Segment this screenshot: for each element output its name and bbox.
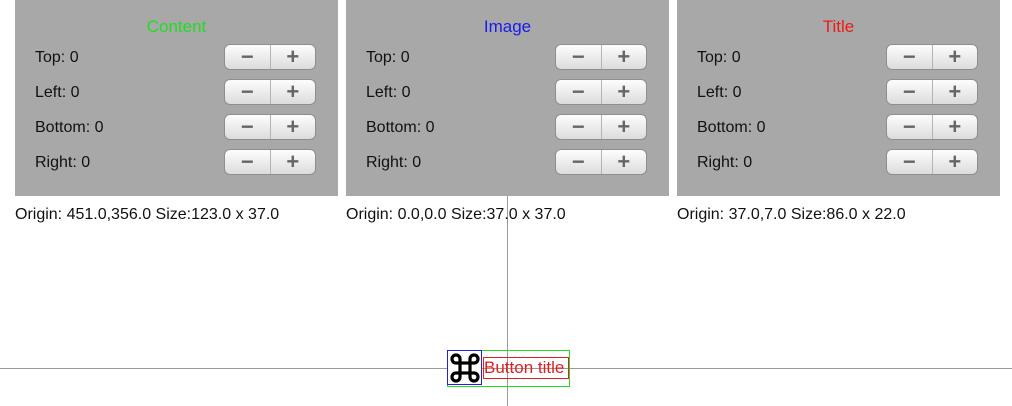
top-inset-stepper[interactable]: − + bbox=[555, 44, 647, 70]
decrement-button[interactable]: − bbox=[887, 45, 932, 69]
increment-button[interactable]: + bbox=[931, 45, 978, 69]
right-inset-label: Right: 0 bbox=[697, 154, 753, 171]
increment-button[interactable]: + bbox=[931, 80, 978, 104]
increment-button[interactable]: + bbox=[600, 150, 647, 174]
decrement-button[interactable]: − bbox=[556, 115, 601, 139]
increment-button[interactable]: + bbox=[600, 80, 647, 104]
image-origin-readout: Origin: 0.0,0.0 Size:37.0 x 37.0 bbox=[346, 206, 566, 223]
command-key-icon bbox=[447, 350, 482, 385]
decrement-button[interactable]: − bbox=[556, 80, 601, 104]
top-inset-stepper[interactable]: − + bbox=[224, 44, 316, 70]
bottom-inset-stepper[interactable]: − + bbox=[555, 114, 647, 140]
increment-button[interactable]: + bbox=[269, 45, 316, 69]
decrement-button[interactable]: − bbox=[887, 150, 932, 174]
image-insets-panel: Image Top: 0 − + Left: 0 − + Bottom: 0 −… bbox=[346, 0, 669, 196]
bottom-inset-label: Bottom: 0 bbox=[366, 119, 435, 136]
button-title-label: Button title bbox=[483, 357, 569, 379]
panel-title: Title bbox=[822, 17, 855, 36]
top-inset-label: Top: 0 bbox=[697, 49, 741, 66]
content-insets-panel: Content Top: 0 − + Left: 0 − + Bottom: 0… bbox=[15, 0, 338, 196]
increment-button[interactable]: + bbox=[269, 150, 316, 174]
decrement-button[interactable]: − bbox=[887, 115, 932, 139]
top-inset-stepper[interactable]: − + bbox=[886, 44, 978, 70]
bottom-inset-stepper[interactable]: − + bbox=[224, 114, 316, 140]
bottom-inset-label: Bottom: 0 bbox=[35, 119, 104, 136]
left-inset-stepper[interactable]: − + bbox=[886, 79, 978, 105]
decrement-button[interactable]: − bbox=[225, 45, 270, 69]
content-origin-readout: Origin: 451.0,356.0 Size:123.0 x 37.0 bbox=[15, 206, 280, 223]
increment-button[interactable]: + bbox=[600, 115, 647, 139]
command-key-glyph bbox=[449, 352, 480, 383]
decrement-button[interactable]: − bbox=[556, 45, 601, 69]
left-inset-label: Left: 0 bbox=[35, 84, 80, 101]
left-inset-stepper[interactable]: − + bbox=[224, 79, 316, 105]
increment-button[interactable]: + bbox=[600, 45, 647, 69]
right-inset-stepper[interactable]: − + bbox=[555, 149, 647, 175]
title-insets-panel: Title Top: 0 − + Left: 0 − + Bottom: 0 −… bbox=[677, 0, 1000, 196]
increment-button[interactable]: + bbox=[269, 80, 316, 104]
decrement-button[interactable]: − bbox=[225, 115, 270, 139]
top-inset-label: Top: 0 bbox=[366, 49, 410, 66]
decrement-button[interactable]: − bbox=[556, 150, 601, 174]
top-inset-label: Top: 0 bbox=[35, 49, 79, 66]
panel-title: Content bbox=[146, 17, 207, 36]
right-inset-stepper[interactable]: − + bbox=[886, 149, 978, 175]
title-origin-readout: Origin: 37.0,7.0 Size:86.0 x 22.0 bbox=[677, 206, 906, 223]
bottom-inset-stepper[interactable]: − + bbox=[886, 114, 978, 140]
bottom-inset-label: Bottom: 0 bbox=[697, 119, 766, 136]
decrement-button[interactable]: − bbox=[225, 150, 270, 174]
right-inset-stepper[interactable]: − + bbox=[224, 149, 316, 175]
right-inset-label: Right: 0 bbox=[366, 154, 422, 171]
left-inset-stepper[interactable]: − + bbox=[555, 79, 647, 105]
decrement-button[interactable]: − bbox=[887, 80, 932, 104]
decrement-button[interactable]: − bbox=[225, 80, 270, 104]
right-inset-label: Right: 0 bbox=[35, 154, 91, 171]
increment-button[interactable]: + bbox=[931, 115, 978, 139]
left-inset-label: Left: 0 bbox=[366, 84, 411, 101]
increment-button[interactable]: + bbox=[269, 115, 316, 139]
panel-title: Image bbox=[483, 17, 532, 36]
increment-button[interactable]: + bbox=[931, 150, 978, 174]
left-inset-label: Left: 0 bbox=[697, 84, 742, 101]
